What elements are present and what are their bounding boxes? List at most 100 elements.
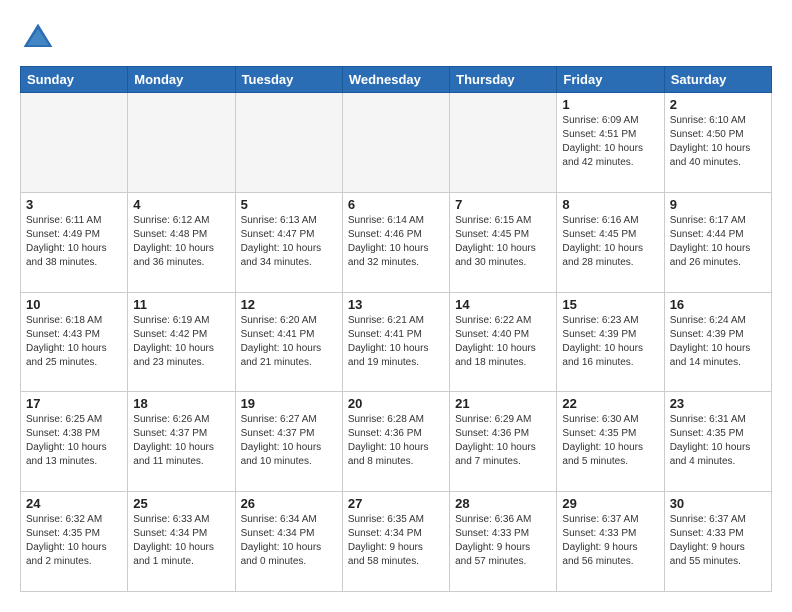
day-info: Sunrise: 6:25 AM Sunset: 4:38 PM Dayligh…	[26, 413, 122, 469]
calendar-cell: 1 Sunrise: 6:09 AM Sunset: 4:51 PM Daylig…	[557, 93, 664, 193]
calendar-header-saturday: Saturday	[664, 67, 771, 93]
calendar-cell: 12Sunrise: 6:20 AM Sunset: 4:41 PM Dayli…	[235, 292, 342, 392]
day-info: Sunrise: 6:17 AM Sunset: 4:44 PM Dayligh…	[670, 214, 766, 270]
logo	[20, 20, 60, 56]
day-number: 18	[133, 396, 229, 411]
calendar-cell	[342, 93, 449, 193]
day-info: Sunrise: 6:35 AM Sunset: 4:34 PM Dayligh…	[348, 513, 444, 569]
day-info: Sunrise: 6:12 AM Sunset: 4:48 PM Dayligh…	[133, 214, 229, 270]
calendar-header-friday: Friday	[557, 67, 664, 93]
calendar-cell: 3Sunrise: 6:11 AM Sunset: 4:49 PM Daylig…	[21, 192, 128, 292]
day-number: 24	[26, 496, 122, 511]
calendar-cell: 18Sunrise: 6:26 AM Sunset: 4:37 PM Dayli…	[128, 392, 235, 492]
day-info: Sunrise: 6:20 AM Sunset: 4:41 PM Dayligh…	[241, 314, 337, 370]
day-info: Sunrise: 6:21 AM Sunset: 4:41 PM Dayligh…	[348, 314, 444, 370]
calendar-header-wednesday: Wednesday	[342, 67, 449, 93]
day-info: Sunrise: 6:37 AM Sunset: 4:33 PM Dayligh…	[670, 513, 766, 569]
calendar-cell: 23 Sunrise: 6:31 AM Sunset: 4:35 PM Dayli…	[664, 392, 771, 492]
calendar-header-sunday: Sunday	[21, 67, 128, 93]
day-info: Sunrise: 6:27 AM Sunset: 4:37 PM Dayligh…	[241, 413, 337, 469]
day-info: Sunrise: 6:24 AM Sunset: 4:39 PM Dayligh…	[670, 314, 766, 370]
day-info: Sunrise: 6:14 AM Sunset: 4:46 PM Dayligh…	[348, 214, 444, 270]
day-number: 20	[348, 396, 444, 411]
day-info: Sunrise: 6:11 AM Sunset: 4:49 PM Dayligh…	[26, 214, 122, 270]
calendar-cell: 17 Sunrise: 6:25 AM Sunset: 4:38 PM Dayli…	[21, 392, 128, 492]
day-info: Sunrise: 6:19 AM Sunset: 4:42 PM Dayligh…	[133, 314, 229, 370]
calendar-cell: 21Sunrise: 6:29 AM Sunset: 4:36 PM Dayli…	[450, 392, 557, 492]
day-number: 8	[562, 197, 658, 212]
calendar-cell: 2 Sunrise: 6:10 AM Sunset: 4:50 PM Daylig…	[664, 93, 771, 193]
calendar-cell: 8 Sunrise: 6:16 AM Sunset: 4:45 PM Daylig…	[557, 192, 664, 292]
calendar-header-row: SundayMondayTuesdayWednesdayThursdayFrid…	[21, 67, 772, 93]
day-number: 23	[670, 396, 766, 411]
calendar-week-4: 17 Sunrise: 6:25 AM Sunset: 4:38 PM Dayli…	[21, 392, 772, 492]
day-number: 15	[562, 297, 658, 312]
calendar-cell: 14 Sunrise: 6:22 AM Sunset: 4:40 PM Dayli…	[450, 292, 557, 392]
calendar-cell: 30 Sunrise: 6:37 AM Sunset: 4:33 PM Dayli…	[664, 492, 771, 592]
calendar-cell: 10Sunrise: 6:18 AM Sunset: 4:43 PM Dayli…	[21, 292, 128, 392]
day-info: Sunrise: 6:30 AM Sunset: 4:35 PM Dayligh…	[562, 413, 658, 469]
logo-icon	[20, 20, 56, 56]
calendar-week-2: 3Sunrise: 6:11 AM Sunset: 4:49 PM Daylig…	[21, 192, 772, 292]
calendar-cell: 25 Sunrise: 6:33 AM Sunset: 4:34 PM Dayli…	[128, 492, 235, 592]
calendar-cell: 11 Sunrise: 6:19 AM Sunset: 4:42 PM Dayli…	[128, 292, 235, 392]
calendar-header-thursday: Thursday	[450, 67, 557, 93]
day-number: 7	[455, 197, 551, 212]
day-number: 4	[133, 197, 229, 212]
day-info: Sunrise: 6:36 AM Sunset: 4:33 PM Dayligh…	[455, 513, 551, 569]
calendar-header-tuesday: Tuesday	[235, 67, 342, 93]
day-number: 27	[348, 496, 444, 511]
day-info: Sunrise: 6:33 AM Sunset: 4:34 PM Dayligh…	[133, 513, 229, 569]
day-number: 26	[241, 496, 337, 511]
calendar-cell: 20 Sunrise: 6:28 AM Sunset: 4:36 PM Dayli…	[342, 392, 449, 492]
calendar-cell: 29Sunrise: 6:37 AM Sunset: 4:33 PM Dayli…	[557, 492, 664, 592]
calendar-cell: 6 Sunrise: 6:14 AM Sunset: 4:46 PM Daylig…	[342, 192, 449, 292]
day-info: Sunrise: 6:10 AM Sunset: 4:50 PM Dayligh…	[670, 114, 766, 170]
calendar-week-3: 10Sunrise: 6:18 AM Sunset: 4:43 PM Dayli…	[21, 292, 772, 392]
calendar-cell: 28Sunrise: 6:36 AM Sunset: 4:33 PM Dayli…	[450, 492, 557, 592]
calendar-cell: 13 Sunrise: 6:21 AM Sunset: 4:41 PM Dayli…	[342, 292, 449, 392]
day-info: Sunrise: 6:09 AM Sunset: 4:51 PM Dayligh…	[562, 114, 658, 170]
calendar-cell	[450, 93, 557, 193]
day-info: Sunrise: 6:34 AM Sunset: 4:34 PM Dayligh…	[241, 513, 337, 569]
calendar-cell: 26 Sunrise: 6:34 AM Sunset: 4:34 PM Dayli…	[235, 492, 342, 592]
day-number: 9	[670, 197, 766, 212]
calendar-table: SundayMondayTuesdayWednesdayThursdayFrid…	[20, 66, 772, 592]
calendar-cell: 16 Sunrise: 6:24 AM Sunset: 4:39 PM Dayli…	[664, 292, 771, 392]
calendar-cell	[21, 93, 128, 193]
header	[20, 20, 772, 56]
day-number: 17	[26, 396, 122, 411]
day-number: 11	[133, 297, 229, 312]
day-number: 22	[562, 396, 658, 411]
day-info: Sunrise: 6:13 AM Sunset: 4:47 PM Dayligh…	[241, 214, 337, 270]
day-number: 19	[241, 396, 337, 411]
day-number: 5	[241, 197, 337, 212]
day-info: Sunrise: 6:18 AM Sunset: 4:43 PM Dayligh…	[26, 314, 122, 370]
day-info: Sunrise: 6:16 AM Sunset: 4:45 PM Dayligh…	[562, 214, 658, 270]
calendar-week-1: 1 Sunrise: 6:09 AM Sunset: 4:51 PM Daylig…	[21, 93, 772, 193]
calendar-cell: 24 Sunrise: 6:32 AM Sunset: 4:35 PM Dayli…	[21, 492, 128, 592]
calendar-cell: 5 Sunrise: 6:13 AM Sunset: 4:47 PM Daylig…	[235, 192, 342, 292]
day-info: Sunrise: 6:22 AM Sunset: 4:40 PM Dayligh…	[455, 314, 551, 370]
day-info: Sunrise: 6:31 AM Sunset: 4:35 PM Dayligh…	[670, 413, 766, 469]
day-number: 13	[348, 297, 444, 312]
calendar-header-monday: Monday	[128, 67, 235, 93]
calendar-week-5: 24 Sunrise: 6:32 AM Sunset: 4:35 PM Dayli…	[21, 492, 772, 592]
calendar-cell: 22 Sunrise: 6:30 AM Sunset: 4:35 PM Dayli…	[557, 392, 664, 492]
calendar-cell: 19 Sunrise: 6:27 AM Sunset: 4:37 PM Dayli…	[235, 392, 342, 492]
day-number: 6	[348, 197, 444, 212]
day-info: Sunrise: 6:32 AM Sunset: 4:35 PM Dayligh…	[26, 513, 122, 569]
calendar-cell: 4 Sunrise: 6:12 AM Sunset: 4:48 PM Daylig…	[128, 192, 235, 292]
day-number: 30	[670, 496, 766, 511]
day-number: 2	[670, 97, 766, 112]
day-info: Sunrise: 6:28 AM Sunset: 4:36 PM Dayligh…	[348, 413, 444, 469]
day-number: 16	[670, 297, 766, 312]
page: SundayMondayTuesdayWednesdayThursdayFrid…	[0, 0, 792, 612]
day-number: 1	[562, 97, 658, 112]
calendar-cell: 7 Sunrise: 6:15 AM Sunset: 4:45 PM Daylig…	[450, 192, 557, 292]
day-number: 25	[133, 496, 229, 511]
day-info: Sunrise: 6:15 AM Sunset: 4:45 PM Dayligh…	[455, 214, 551, 270]
day-info: Sunrise: 6:29 AM Sunset: 4:36 PM Dayligh…	[455, 413, 551, 469]
day-number: 14	[455, 297, 551, 312]
calendar-cell: 15Sunrise: 6:23 AM Sunset: 4:39 PM Dayli…	[557, 292, 664, 392]
